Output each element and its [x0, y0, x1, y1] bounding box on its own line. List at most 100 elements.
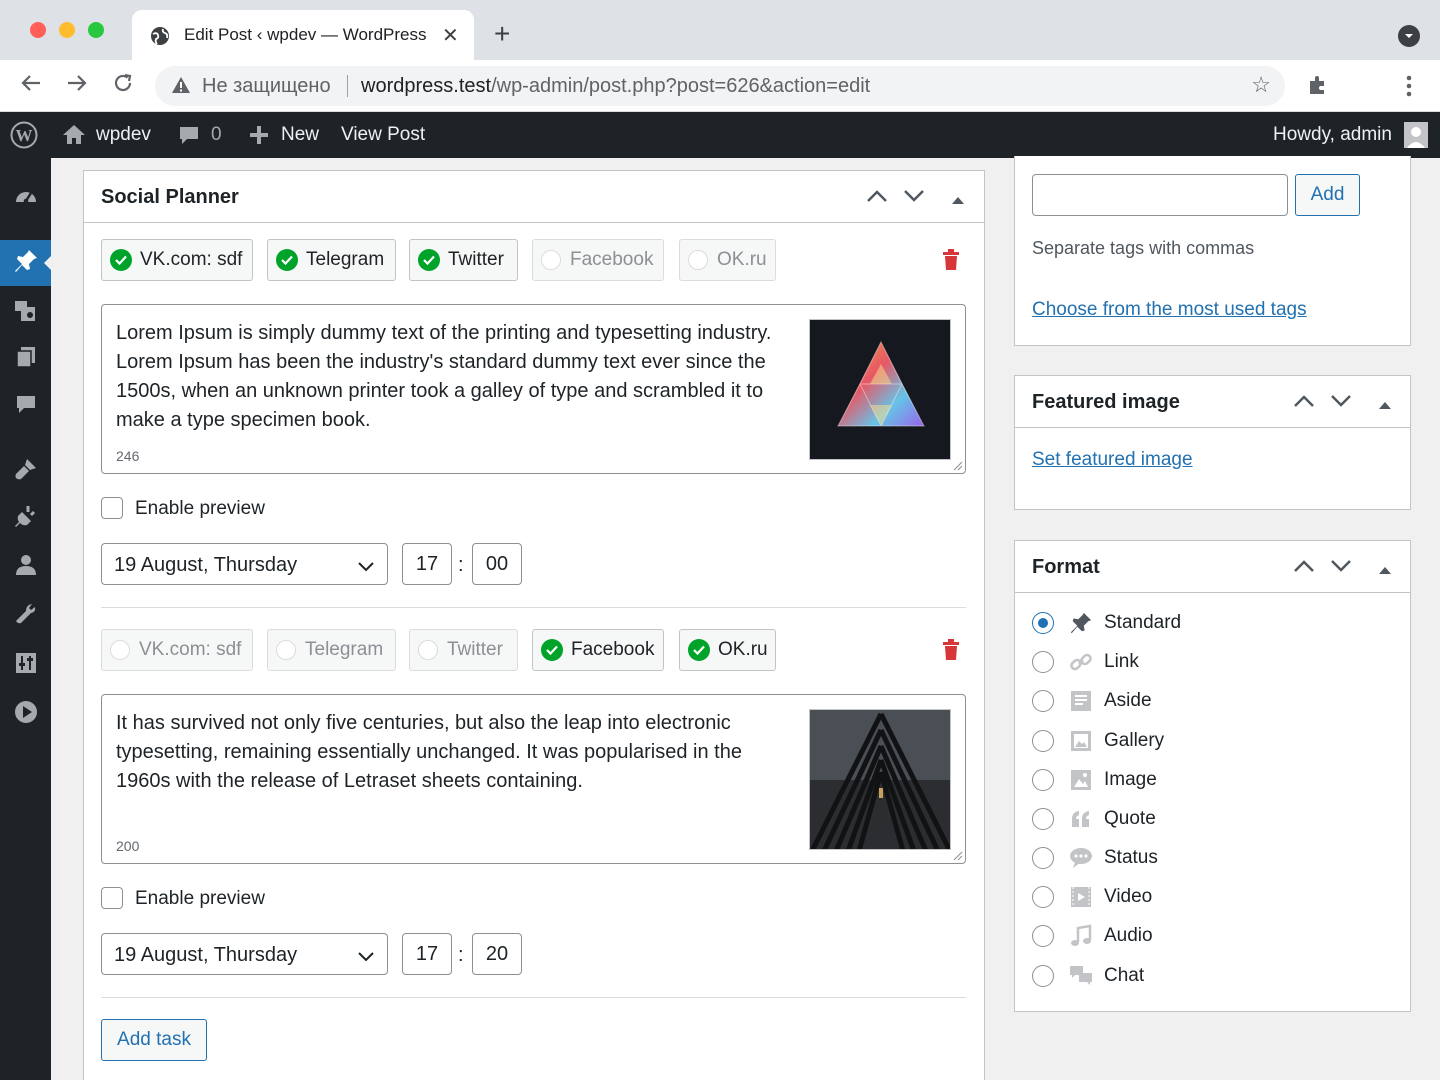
format-option-gallery[interactable]: Gallery [1032, 726, 1164, 756]
browser-tab[interactable]: Edit Post ‹ wpdev — WordPress ✕ [132, 10, 474, 60]
warning-icon[interactable] [171, 75, 191, 100]
move-down-chevron-icon[interactable] [1330, 392, 1352, 413]
message-textarea[interactable]: It has survived not only five centuries,… [101, 694, 966, 864]
channel-chip[interactable]: Facebook [532, 239, 664, 281]
format-option-audio[interactable]: Audio [1032, 921, 1153, 951]
format-option-image[interactable]: Image [1032, 765, 1157, 795]
sidebar-item-collapse[interactable] [0, 691, 51, 737]
enable-preview-label[interactable]: Enable preview [135, 888, 265, 910]
most-used-tags-link[interactable]: Choose from the most used tags [1032, 299, 1307, 321]
channel-chip[interactable]: Twitter [409, 239, 518, 281]
format-radio[interactable] [1032, 808, 1054, 830]
channel-chip[interactable]: VK.com: sdf [101, 629, 253, 671]
format-option-chat[interactable]: Chat [1032, 961, 1144, 991]
new-content-link[interactable]: New [281, 124, 319, 146]
sidebar-item-plugins[interactable] [0, 496, 51, 542]
sidebar-item-users[interactable] [0, 544, 51, 590]
format-option-status[interactable]: Status [1032, 843, 1158, 873]
format-option-quote[interactable]: Quote [1032, 804, 1156, 834]
sidebar-item-pages[interactable] [0, 336, 51, 382]
channel-chip[interactable]: Telegram [267, 629, 396, 671]
format-radio[interactable] [1032, 965, 1054, 987]
sidebar-item-media[interactable] [0, 290, 51, 336]
message-textarea[interactable]: Lorem Ipsum is simply dummy text of the … [101, 304, 966, 474]
format-label: Gallery [1104, 730, 1165, 751]
move-down-chevron-icon[interactable] [1330, 557, 1352, 578]
add-tag-button[interactable]: Add [1295, 174, 1360, 216]
delete-task-trash-icon[interactable] [942, 639, 960, 666]
hour-input[interactable]: 17 [402, 543, 452, 585]
howdy-account-link[interactable]: Howdy, admin [1273, 124, 1392, 146]
format-radio[interactable] [1032, 651, 1054, 673]
sidebar-item-tools[interactable] [0, 592, 51, 638]
sidebar-item-comments[interactable] [0, 384, 51, 430]
window-zoom-button[interactable] [88, 22, 104, 38]
move-up-chevron-icon[interactable] [1293, 392, 1315, 413]
minute-input[interactable]: 20 [472, 933, 522, 975]
new-tab-button[interactable]: + [494, 20, 510, 48]
tab-search-button[interactable] [1398, 25, 1420, 47]
view-post-link[interactable]: View Post [341, 124, 425, 146]
move-down-chevron-icon[interactable] [903, 187, 925, 208]
add-task-button[interactable]: Add task [101, 1019, 207, 1061]
channel-chip[interactable]: Telegram [267, 239, 396, 281]
delete-task-trash-icon[interactable] [942, 249, 960, 276]
reload-icon[interactable] [112, 72, 134, 100]
format-radio[interactable] [1032, 847, 1054, 869]
channel-chip[interactable]: Twitter [409, 629, 518, 671]
date-select[interactable]: 19 August, Thursday [101, 933, 388, 975]
move-up-chevron-icon[interactable] [866, 187, 888, 208]
channel-chip[interactable]: VK.com: sdf [101, 239, 253, 281]
format-radio[interactable] [1032, 925, 1054, 947]
set-featured-image-link[interactable]: Set featured image [1032, 449, 1193, 471]
toggle-panel-triangle-icon[interactable] [1378, 559, 1392, 580]
sidebar-item-settings[interactable] [0, 642, 51, 688]
wordpress-logo-icon[interactable]: W [10, 121, 38, 155]
window-minimize-button[interactable] [59, 22, 75, 38]
channel-chip[interactable]: OK.ru [679, 629, 776, 671]
avatar[interactable] [1404, 122, 1428, 154]
enable-preview-checkbox[interactable] [101, 887, 123, 909]
sidebar-item-appearance[interactable] [0, 448, 51, 494]
toggle-panel-triangle-icon[interactable] [951, 189, 965, 210]
format-option-standard[interactable]: Standard [1032, 608, 1181, 638]
format-radio[interactable] [1032, 769, 1054, 791]
format-option-link[interactable]: Link [1032, 647, 1139, 677]
move-up-chevron-icon[interactable] [1293, 557, 1315, 578]
format-radio[interactable] [1032, 886, 1054, 908]
attached-image-thumbnail[interactable] [809, 319, 951, 460]
back-arrow-icon[interactable] [20, 72, 42, 100]
url-text[interactable]: wordpress.test/wp-admin/post.php?post=62… [361, 75, 870, 98]
window-close-button[interactable] [30, 22, 46, 38]
date-select[interactable]: 19 August, Thursday [101, 543, 388, 585]
sidebar-item-dashboard[interactable] [0, 176, 51, 222]
format-option-video[interactable]: Video [1032, 882, 1152, 912]
format-radio[interactable] [1032, 730, 1054, 752]
toggle-panel-triangle-icon[interactable] [1378, 394, 1392, 415]
comment-bubble-icon[interactable] [178, 125, 200, 153]
plus-icon[interactable] [248, 124, 270, 152]
site-name-link[interactable]: wpdev [96, 124, 151, 146]
channel-chip[interactable]: OK.ru [679, 239, 776, 281]
format-option-aside[interactable]: Aside [1032, 686, 1152, 716]
resize-grip-icon[interactable] [953, 461, 963, 471]
forward-arrow-icon[interactable] [66, 72, 88, 100]
extensions-puzzle-icon[interactable] [1306, 73, 1330, 103]
not-secure-label[interactable]: Не защищено [202, 75, 331, 98]
home-icon[interactable] [62, 123, 86, 151]
attached-image-thumbnail[interactable] [809, 709, 951, 850]
bookmark-star-icon[interactable]: ☆ [1251, 72, 1271, 98]
comments-count[interactable]: 0 [211, 124, 222, 146]
minute-input[interactable]: 00 [472, 543, 522, 585]
format-radio[interactable] [1032, 690, 1054, 712]
format-radio[interactable] [1032, 612, 1054, 634]
browser-menu-icon[interactable] [1405, 74, 1413, 104]
enable-preview-label[interactable]: Enable preview [135, 498, 265, 520]
hour-input[interactable]: 17 [402, 933, 452, 975]
channel-chip[interactable]: Facebook [532, 629, 664, 671]
tab-close-icon[interactable]: ✕ [442, 23, 459, 48]
address-bar[interactable]: Не защищено wordpress.test/wp-admin/post… [155, 66, 1285, 106]
enable-preview-checkbox[interactable] [101, 497, 123, 519]
tag-input[interactable] [1032, 174, 1288, 216]
resize-grip-icon[interactable] [953, 851, 963, 861]
